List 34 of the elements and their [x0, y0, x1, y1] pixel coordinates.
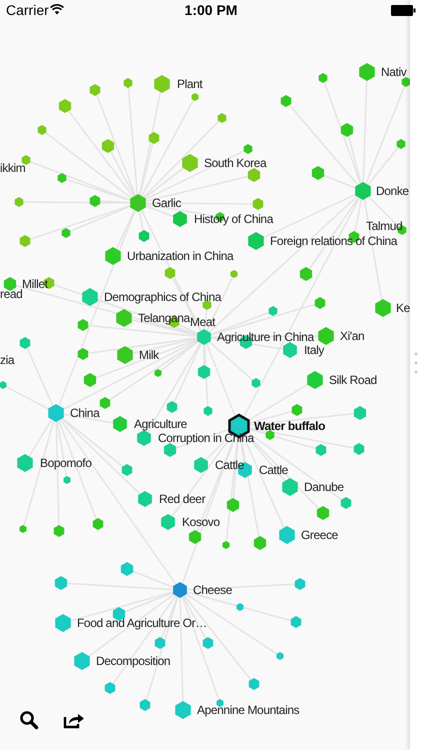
node-label[interactable]: zia: [0, 353, 14, 367]
node-label[interactable]: Apennine Mountains: [197, 703, 300, 717]
carrier-text: Carrier: [6, 2, 49, 18]
node-label[interactable]: Donke: [376, 184, 409, 198]
clock-text: 1:00 PM: [184, 2, 238, 18]
node-label[interactable]: Agriculture: [134, 417, 187, 431]
node-label[interactable]: Nativ: [381, 65, 406, 79]
node-label[interactable]: Cheese: [193, 583, 232, 597]
node-label[interactable]: Danube: [304, 480, 344, 494]
node-label[interactable]: Meat: [190, 315, 216, 329]
node-label[interactable]: Kosovo: [182, 515, 220, 529]
node-label[interactable]: Milk: [139, 348, 159, 362]
node-label[interactable]: Cattle: [259, 463, 288, 477]
node-label[interactable]: Xi'an: [340, 329, 364, 343]
node-label[interactable]: Talmud: [366, 219, 402, 233]
node-label[interactable]: Corruption in China: [158, 431, 254, 445]
node-label[interactable]: Decomposition: [96, 654, 170, 668]
node-label[interactable]: Greece: [301, 528, 338, 542]
node-label[interactable]: South Korea: [204, 156, 266, 170]
node-label[interactable]: ikkim: [0, 161, 26, 175]
node-label[interactable]: read: [0, 287, 22, 301]
node-label[interactable]: China: [70, 406, 100, 420]
node-label[interactable]: Ke: [396, 301, 410, 315]
node-label[interactable]: Food and Agriculture Or…: [77, 616, 207, 630]
node-label[interactable]: Water buffalo: [254, 419, 326, 433]
node-label[interactable]: Bopomofo: [40, 456, 92, 470]
node-label[interactable]: Silk Road: [329, 373, 377, 387]
node-label[interactable]: Foreign relations of China: [270, 234, 398, 248]
node-label[interactable]: Plant: [177, 77, 202, 91]
node-label[interactable]: Red deer: [159, 492, 206, 506]
node-label[interactable]: Demographics of China: [104, 290, 221, 304]
node-label[interactable]: Urbanization in China: [127, 249, 234, 263]
node-label[interactable]: Italy: [304, 343, 324, 357]
node-label[interactable]: Garlic: [152, 196, 181, 210]
